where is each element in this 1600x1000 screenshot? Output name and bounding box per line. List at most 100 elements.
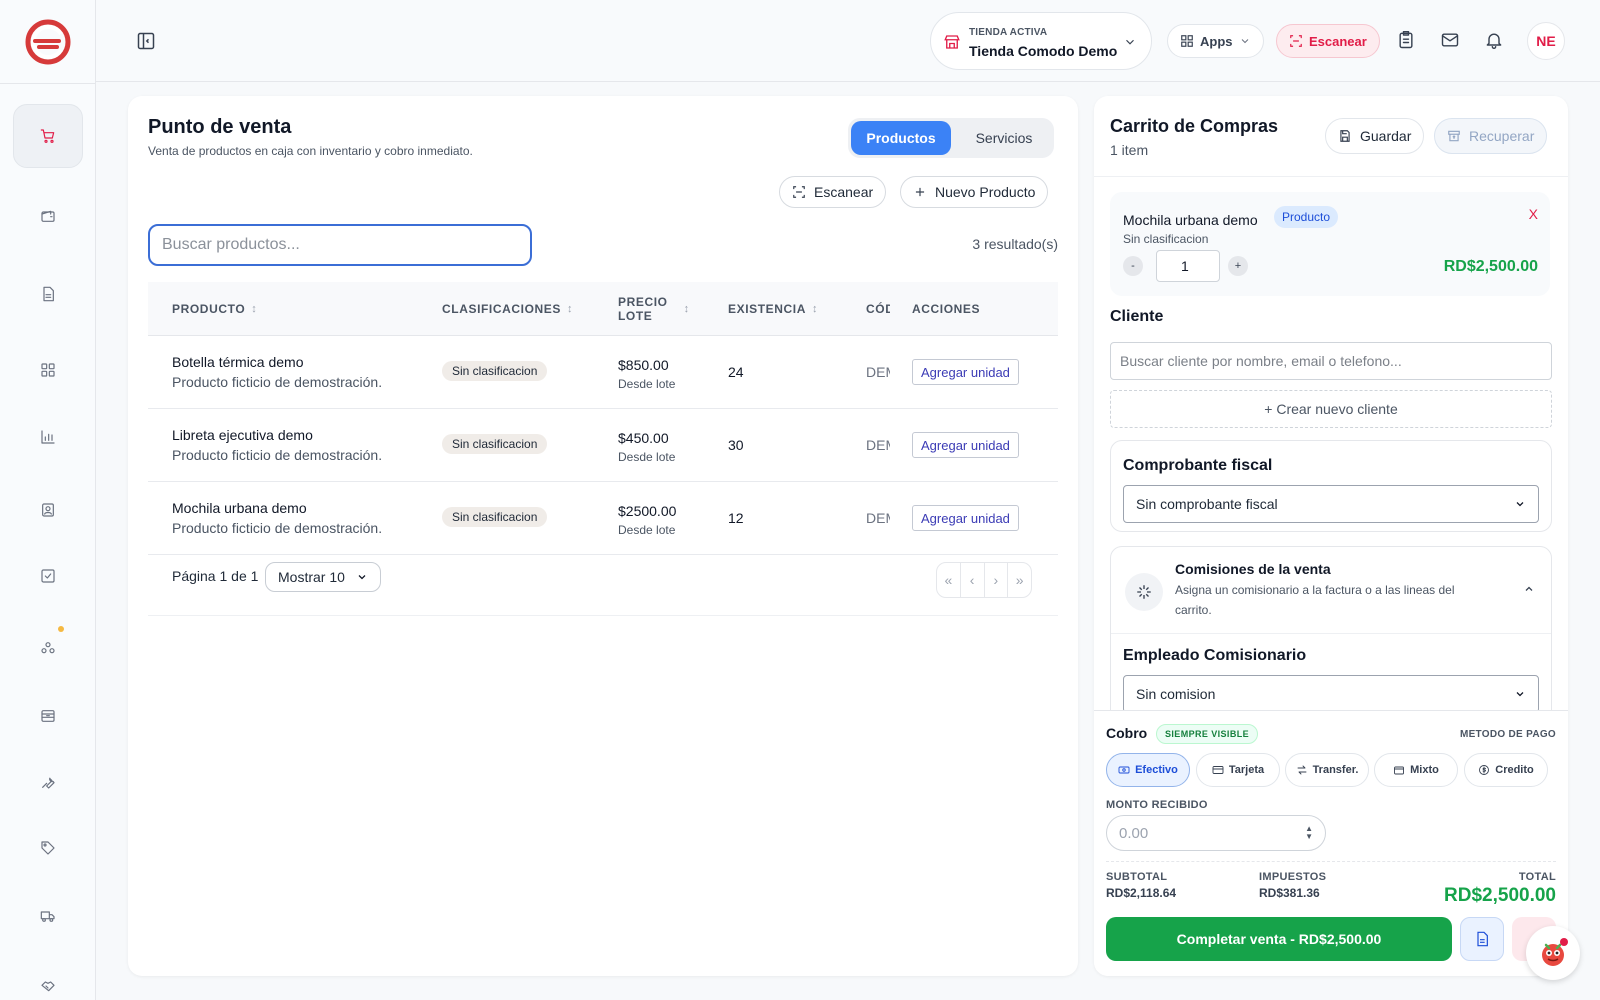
last-page-button[interactable]: » bbox=[1008, 563, 1031, 597]
amount-received-input[interactable]: 0.00 ▲ ▼ bbox=[1106, 815, 1326, 851]
client-search-input[interactable]: Buscar cliente por nombre, email o telef… bbox=[1110, 342, 1552, 380]
invoice-button[interactable] bbox=[1460, 917, 1504, 961]
method-transfer[interactable]: Transfer. bbox=[1285, 753, 1369, 787]
scan-products-button[interactable]: Escanear bbox=[779, 176, 887, 208]
method-efectivo[interactable]: Efectivo bbox=[1106, 753, 1190, 787]
notifications-button[interactable] bbox=[1484, 30, 1506, 52]
sidebar-item-partners[interactable] bbox=[13, 954, 83, 1000]
column-producto-label: PRODUCTO bbox=[172, 302, 246, 316]
tab-servicios[interactable]: Servicios bbox=[957, 121, 1051, 155]
client-label: Cliente bbox=[1110, 308, 1164, 325]
product-description: Producto ficticio de demostración. bbox=[172, 520, 383, 536]
sidebar-item-tools[interactable] bbox=[13, 750, 83, 814]
save-cart-button[interactable]: Guardar bbox=[1325, 118, 1425, 154]
number-spinner-icon[interactable]: ▲ ▼ bbox=[1305, 825, 1313, 841]
page-subtitle: Venta de productos en caja con inventari… bbox=[148, 144, 473, 158]
method-tarjeta-label: Tarjeta bbox=[1228, 764, 1265, 776]
method-mixto[interactable]: Mixto bbox=[1374, 753, 1458, 787]
group-icon bbox=[41, 642, 55, 654]
column-existencia[interactable]: EXISTENCIA ↕ bbox=[728, 282, 818, 336]
prev-page-button[interactable]: ‹ bbox=[961, 563, 985, 597]
wallet-icon bbox=[41, 210, 55, 222]
recover-cart-label: Recuperar bbox=[1469, 128, 1535, 144]
sort-icon: ↕ bbox=[567, 303, 574, 315]
document-icon bbox=[1477, 931, 1488, 947]
quantity-input[interactable]: 1 bbox=[1156, 250, 1220, 282]
tag-icon bbox=[41, 841, 55, 855]
product-description: Producto ficticio de demostración. bbox=[172, 374, 383, 390]
table-footer-divider bbox=[148, 608, 1058, 616]
product-search-input[interactable] bbox=[148, 224, 532, 266]
payment-section: Cobro SIEMPRE VISIBLE METODO DE PAGO Efe… bbox=[1094, 710, 1568, 976]
method-efectivo-label: Efectivo bbox=[1135, 764, 1178, 776]
page-size-value: Mostrar 10 bbox=[278, 569, 345, 585]
bell-icon bbox=[1486, 33, 1502, 49]
sidebar-item-inventory[interactable] bbox=[13, 684, 83, 748]
create-client-button[interactable]: + Crear nuevo cliente bbox=[1110, 390, 1552, 428]
add-unit-button[interactable]: Agregar unidad bbox=[912, 432, 1019, 458]
page-size-select[interactable]: Mostrar 10 bbox=[265, 562, 381, 592]
archive-icon bbox=[41, 710, 55, 722]
complete-sale-button[interactable]: Completar venta - RD$2,500.00 bbox=[1106, 917, 1452, 961]
column-precio-lote[interactable]: PRECIO LOTE ↕ bbox=[618, 282, 690, 336]
cart-item-name: Mochila urbana demo bbox=[1123, 212, 1258, 228]
sidebar-toggle-button[interactable] bbox=[136, 31, 156, 51]
store-icon bbox=[944, 35, 960, 49]
column-acciones: ACCIONES bbox=[912, 282, 980, 336]
decrease-qty-button[interactable]: - bbox=[1123, 256, 1143, 276]
sidebar-item-shipping[interactable] bbox=[13, 884, 83, 948]
sidebar-item-tasks[interactable] bbox=[13, 544, 83, 608]
employee-select[interactable]: Sin comision bbox=[1123, 675, 1539, 713]
new-product-button[interactable]: Nuevo Producto bbox=[900, 176, 1049, 208]
mail-button[interactable] bbox=[1440, 30, 1462, 52]
tab-productos[interactable]: Productos bbox=[851, 121, 951, 155]
next-page-button[interactable]: › bbox=[985, 563, 1009, 597]
recover-cart-button[interactable]: Recuperar bbox=[1434, 118, 1548, 154]
mail-icon bbox=[1441, 33, 1459, 47]
clipboard-button[interactable] bbox=[1396, 30, 1418, 52]
add-unit-button[interactable]: Agregar unidad bbox=[912, 505, 1019, 531]
add-unit-button[interactable]: Agregar unidad bbox=[912, 359, 1019, 385]
user-avatar[interactable]: NE bbox=[1527, 22, 1565, 60]
store-selector[interactable]: TIENDA ACTIVA Tienda Comodo Demo bbox=[930, 12, 1152, 70]
sidebar-item-wallet[interactable] bbox=[13, 184, 83, 248]
sidebar-item-tags[interactable] bbox=[13, 816, 83, 880]
save-icon bbox=[1340, 130, 1350, 142]
sidebar-item-catalog[interactable] bbox=[13, 338, 83, 402]
cart-item-price: RD$2,500.00 bbox=[1443, 258, 1538, 275]
fiscal-receipt-select[interactable]: Sin comprobante fiscal bbox=[1123, 485, 1539, 523]
method-tarjeta[interactable]: Tarjeta bbox=[1196, 753, 1280, 787]
first-page-button[interactable]: « bbox=[937, 563, 961, 597]
sidebar-item-reports[interactable] bbox=[13, 405, 83, 469]
product-stock: 12 bbox=[728, 510, 744, 526]
sidebar-item-teams[interactable] bbox=[13, 616, 83, 680]
header-scan-button[interactable]: Escanear bbox=[1276, 24, 1380, 58]
scan-products-label: Escanear bbox=[814, 184, 874, 200]
table-row: Mochila urbana demo Producto ficticio de… bbox=[148, 482, 1058, 555]
employee-label: Empleado Comisionario bbox=[1123, 647, 1307, 664]
logo-icon bbox=[25, 19, 71, 64]
assistant-chat-button[interactable] bbox=[1526, 926, 1580, 980]
method-credito[interactable]: Credito bbox=[1464, 753, 1548, 787]
sidebar-item-pos[interactable] bbox=[13, 104, 83, 168]
increase-qty-button[interactable]: + bbox=[1228, 256, 1248, 276]
cart-title: Carrito de Compras bbox=[1110, 116, 1279, 136]
chevron-down-icon bbox=[1516, 502, 1524, 507]
cash-icon bbox=[1118, 766, 1130, 774]
column-clasificaciones[interactable]: CLASIFICACIONES ↕ bbox=[442, 282, 573, 336]
sidebar-item-documents[interactable] bbox=[13, 262, 83, 326]
commission-icon-wrap bbox=[1125, 573, 1163, 611]
classification-badge: Sin clasificacion bbox=[442, 507, 548, 527]
apps-button[interactable]: Apps bbox=[1167, 24, 1264, 58]
employee-value: Sin comision bbox=[1136, 686, 1216, 702]
product-name: Mochila urbana demo bbox=[172, 500, 307, 516]
column-producto[interactable]: PRODUCTO ↕ bbox=[172, 282, 257, 336]
sidebar-item-contacts[interactable] bbox=[13, 478, 83, 542]
brand-logo[interactable] bbox=[0, 0, 96, 84]
column-codigo[interactable]: CÓDIGO bbox=[866, 282, 890, 336]
product-name: Libreta ejecutiva demo bbox=[172, 427, 313, 443]
cart-count: 1 item bbox=[1110, 142, 1149, 158]
remove-item-button[interactable]: X bbox=[1529, 206, 1538, 222]
collapse-commissions-button[interactable] bbox=[1523, 583, 1535, 595]
classification-badge: Sin clasificacion bbox=[442, 434, 548, 454]
